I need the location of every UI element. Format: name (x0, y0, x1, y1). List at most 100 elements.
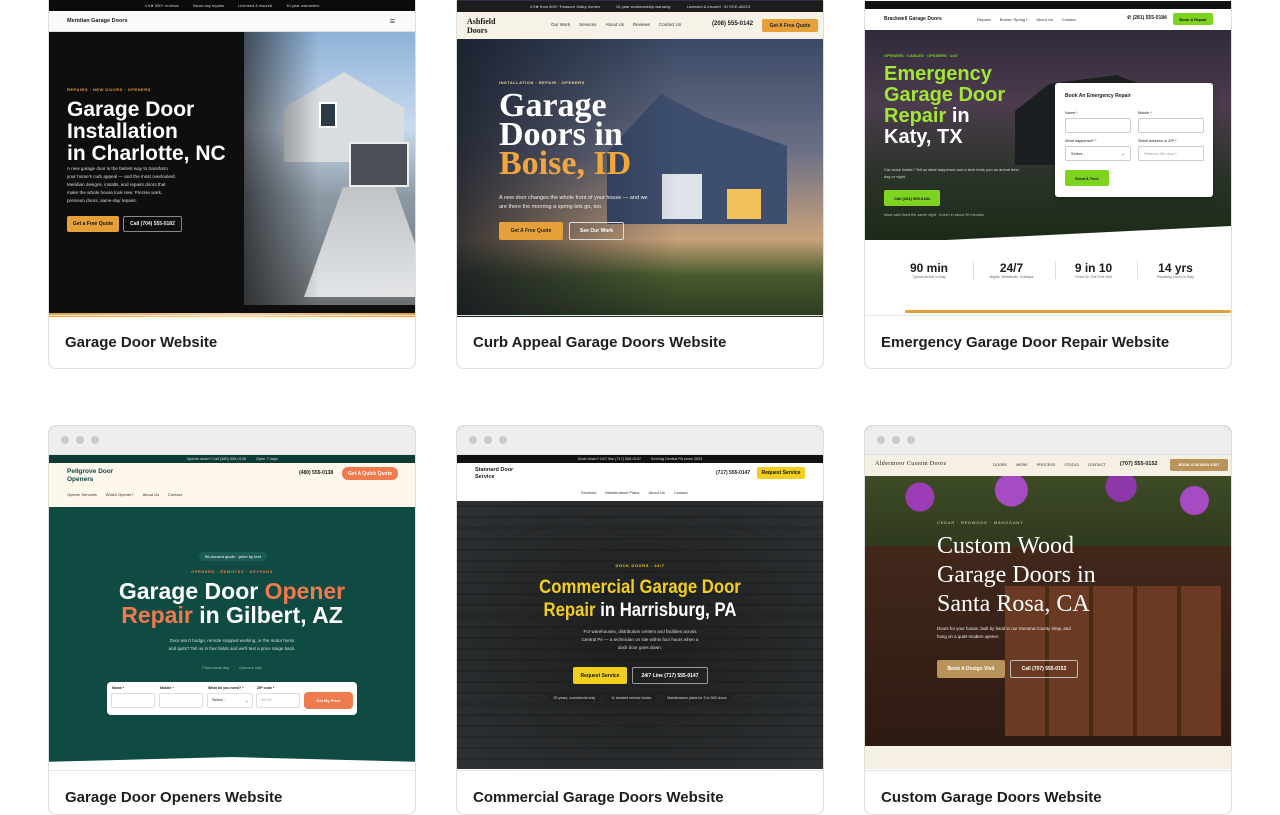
request-service-button[interactable]: Request Service (573, 667, 627, 684)
card-footer: Emergency Garage Door Repair Website (865, 315, 1231, 368)
phone-icon: ✆ (1127, 15, 1132, 21)
what-select[interactable]: Select... ⌄ (207, 693, 253, 708)
stat-label: Typical Arrival in Katy (912, 275, 946, 279)
hero-eyebrow: OPENERS · CABLES · OPENERS · 24/7 (884, 53, 959, 58)
card-title[interactable]: Custom Garage Doors Website (881, 789, 1102, 806)
get-price-button[interactable]: Get My Price (304, 692, 353, 709)
project-card-commercial[interactable]: Dock down? 24/7 line (717) 555-0147 Serv… (456, 425, 824, 815)
nav-item[interactable]: STUDIO (1064, 463, 1078, 467)
card-title[interactable]: Commercial Garage Doors Website (473, 789, 724, 806)
card-title[interactable]: Emergency Garage Door Repair Website (881, 334, 1169, 351)
headline-line: Garage Doors in (937, 562, 1096, 588)
nav-item[interactable]: PROCESS (1037, 463, 1056, 467)
nav-item[interactable]: About Us (143, 492, 159, 497)
quick-quote-button[interactable]: Get A Quick Quote (342, 467, 398, 480)
nav-item[interactable]: Maintenance Plans (605, 490, 639, 495)
phone-number[interactable]: (717) 555-0147 (716, 470, 750, 476)
call-button[interactable]: Call (704) 555-0182 (123, 216, 182, 232)
nav-item[interactable]: CONTACT (1088, 463, 1106, 467)
preview-openers: Opener down? Call (480) 555-0138 Open 7 … (49, 426, 415, 769)
design-visit-button[interactable]: Book A Design Visit (937, 660, 1005, 678)
nav-item[interactable]: Broken Spring? (1000, 17, 1028, 22)
trust-badges: 25 years, commercial only 11 stocked ser… (457, 694, 823, 702)
nav-item[interactable]: Which Opener? (106, 492, 134, 497)
hero-eyebrow: CEDAR · REDWOOD · MAHOGANY (937, 520, 1024, 525)
card-title[interactable]: Garage Door Openers Website (65, 789, 282, 806)
badge-bar: 4.9★ from 600+ Treasure Valley homes 10-… (457, 1, 823, 12)
nav-item[interactable]: Our Work (551, 22, 570, 27)
phone-number[interactable]: ✆ (281) 555-0184 (1127, 15, 1167, 21)
address-input[interactable]: Where's the door? (1138, 146, 1204, 161)
mobile-input[interactable] (1138, 118, 1204, 133)
project-card-custom[interactable]: Aldermoor Custom Doors DOORS WORK PROCES… (864, 425, 1232, 815)
nav-item[interactable]: Opener Services (67, 492, 97, 497)
headline-line: Garage Door (884, 84, 1006, 106)
nav-item[interactable]: Contact Us (659, 22, 681, 27)
body-line: make the whole house look new. Precise w… (67, 190, 163, 195)
card-title[interactable]: Garage Door Website (65, 334, 217, 351)
meta-item: Fixed same day (202, 666, 230, 670)
trust-badge: Maintenance plans for 5 to 300 doors (662, 694, 732, 702)
nav-item[interactable]: Services (579, 22, 596, 27)
window-dot-icon (76, 436, 84, 444)
nav-item[interactable]: Contact (1062, 17, 1076, 22)
nav-item[interactable]: Services (581, 490, 596, 495)
brand-line: Ashfield (467, 17, 496, 26)
body-line: Doors for your house, built by hand in o… (937, 626, 1071, 631)
stat-label: Fixed On The First Visit (1075, 275, 1112, 279)
nav-quote-button[interactable]: Get A Free Quote (762, 19, 818, 32)
card-footer: Garage Door Website (49, 315, 415, 368)
nav-item[interactable]: Contact (168, 492, 182, 497)
what-select[interactable]: Select... ⌄ (1065, 146, 1131, 161)
trust-badge: 25 years, commercial only (548, 694, 601, 702)
nav-item[interactable]: Reviews (633, 22, 650, 27)
trust-badge: 11 stocked service trucks (606, 694, 657, 702)
mobile-label: Mobile * (160, 686, 174, 690)
hero-footnote: Most calls fixed the same night · A tech… (884, 213, 984, 217)
site-brand: Pellgrove Door Openers (67, 468, 113, 483)
stat: 9 in 10 Fixed On The First Visit (1055, 261, 1131, 279)
request-service-button[interactable]: Request Service (757, 467, 805, 479)
project-card-openers[interactable]: Opener down? Call (480) 555-0138 Open 7 … (48, 425, 416, 815)
nav-item[interactable]: WORK (1016, 463, 1028, 467)
nav-item[interactable]: About Us (648, 490, 664, 495)
body-line: For warehouses, distribution centers and… (583, 629, 697, 634)
nav-item[interactable]: Repairs (977, 17, 991, 22)
phone-number[interactable]: (208) 555-0142 (712, 21, 753, 27)
chevron-down-icon: ⌄ (244, 699, 248, 703)
nav-item[interactable]: About Us (605, 22, 624, 27)
nav-item[interactable]: About Us (1036, 17, 1052, 22)
zip-input[interactable]: 85234 (256, 693, 300, 708)
stat-value: 9 in 10 (1074, 261, 1113, 275)
what-value: Select... (1071, 151, 1086, 156)
project-card-curb-appeal[interactable]: 4.9★ from 600+ Treasure Valley homes 10-… (456, 0, 824, 369)
free-quote-button[interactable]: Get A Free Quote (499, 222, 563, 240)
name-input[interactable] (1065, 118, 1131, 133)
phone-number[interactable]: (480) 555-0138 (299, 470, 333, 476)
nav-item[interactable]: Contact (674, 490, 688, 495)
send-tech-button[interactable]: Send A Tech (1065, 170, 1109, 186)
name-label: Name * (1065, 111, 1078, 115)
phone-number[interactable]: (707) 555-0152 (1120, 461, 1158, 467)
design-visit-button[interactable]: BOOK A DESIGN VISIT (1170, 459, 1228, 471)
call-button[interactable]: Call (281) 555-0184 (884, 190, 940, 206)
hamburger-icon[interactable]: ≡ (390, 16, 395, 26)
stat-value: 90 min (909, 261, 948, 275)
mobile-input[interactable] (159, 693, 203, 708)
what-label: What happened? * (1065, 139, 1097, 143)
call-line-button[interactable]: 24/7 Line (717) 555-0147 (632, 667, 708, 684)
name-input[interactable] (111, 693, 155, 708)
call-button[interactable]: Call (707) 555-0152 (1010, 660, 1078, 678)
project-card-emergency[interactable]: Door stuck? Call (281) 555-0184 · Repair… (864, 0, 1232, 369)
project-card-garage-door[interactable]: 4.9★ 550+ reviews Same-day repairs Licen… (48, 0, 416, 369)
book-repair-button[interactable]: Book A Repair (1173, 13, 1213, 25)
free-quote-button[interactable]: Get a Free Quote (67, 216, 119, 232)
nav-item[interactable]: DOORS (993, 463, 1007, 467)
site-nav: Opener Services Which Opener? About Us C… (67, 492, 182, 497)
body-line: Car stuck inside? Tell us what happened … (884, 167, 1020, 172)
window-dot-icon (91, 436, 99, 444)
stat-label: Repairing Doors in Katy (1157, 275, 1194, 279)
top-bar: Door stuck? Call (281) 555-0184 · Repair… (865, 1, 1231, 15)
see-work-button[interactable]: See Our Work (569, 222, 624, 240)
card-title[interactable]: Curb Appeal Garage Doors Website (473, 334, 726, 351)
